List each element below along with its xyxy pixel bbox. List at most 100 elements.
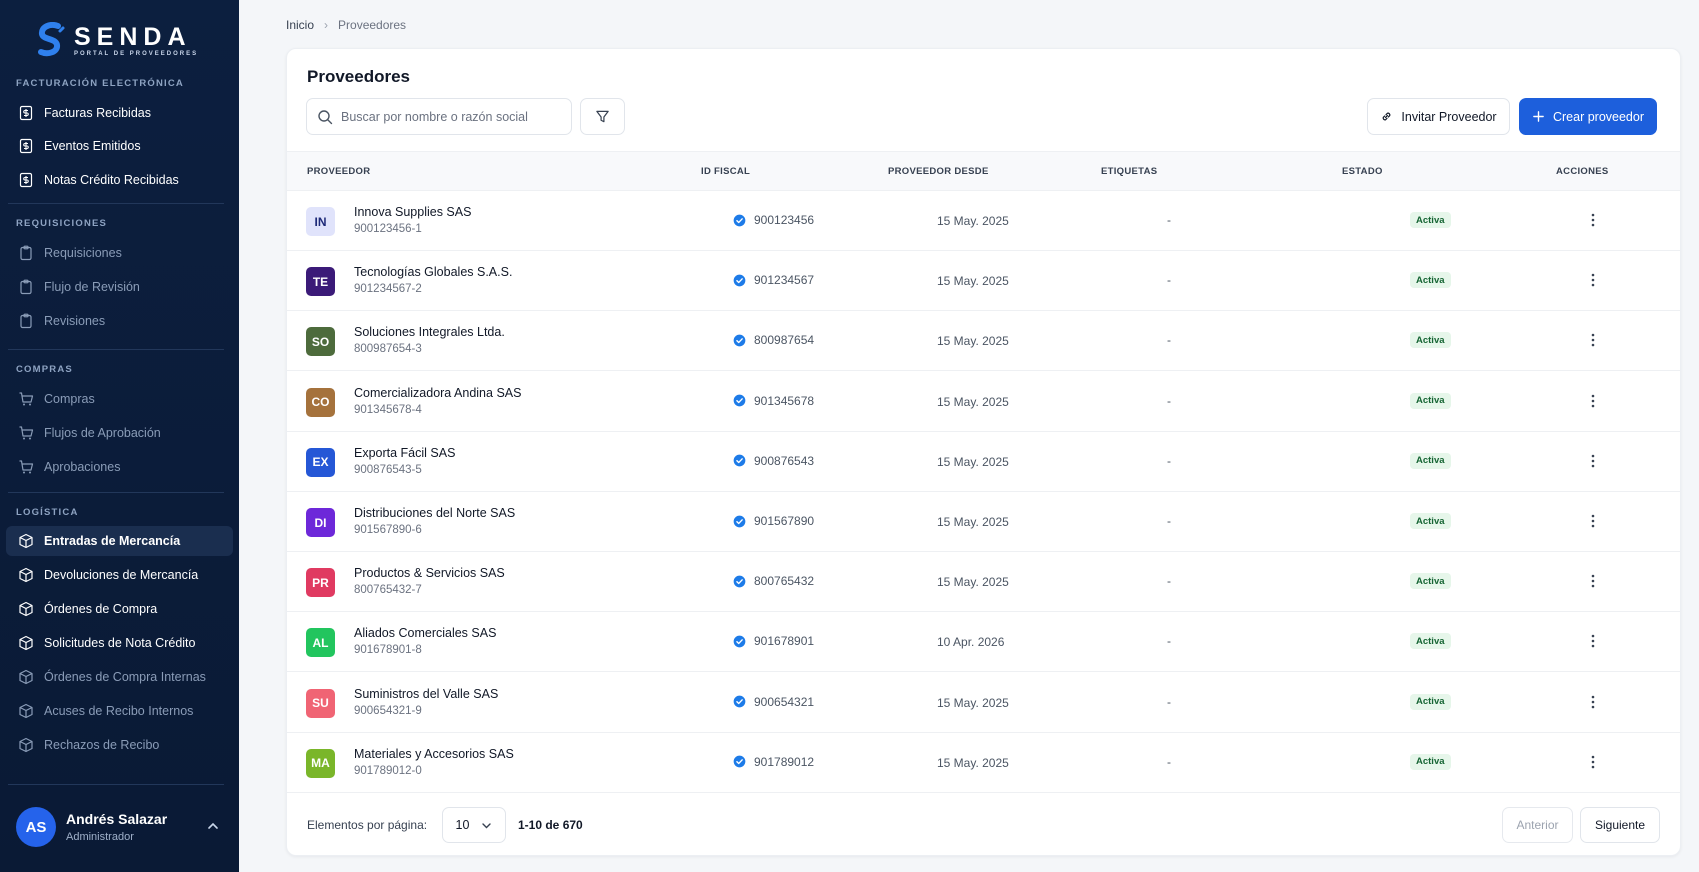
sidebar-item[interactable]: Flujo de Revisión — [6, 272, 233, 302]
previous-page-button[interactable]: Anterior — [1502, 807, 1573, 843]
more-actions-icon[interactable] — [1586, 630, 1600, 652]
provider-tags: - — [1167, 574, 1171, 589]
provider-since: 15 May. 2025 — [937, 515, 1009, 529]
more-actions-icon[interactable] — [1586, 209, 1600, 231]
provider-avatar: MA — [306, 748, 335, 778]
provider-avatar: DI — [306, 508, 335, 537]
provider-nit: 900654321-9 — [354, 704, 422, 717]
column-header-provider: PROVEEDOR — [307, 166, 371, 177]
breadcrumb-home[interactable]: Inicio — [286, 18, 314, 32]
status-badge: Activa — [1410, 452, 1451, 469]
sidebar-item[interactable]: Aprobaciones — [6, 452, 233, 482]
fiscal-id-value: 901789012 — [754, 754, 815, 769]
table-row[interactable]: SO Soluciones Integrales Ltda. 800987654… — [287, 311, 1680, 372]
status-badge: Activa — [1410, 272, 1451, 289]
sidebar-item[interactable]: Compras — [6, 384, 233, 414]
column-header-since: PROVEEDOR DESDE — [888, 166, 989, 177]
avatar: AS — [16, 807, 56, 847]
fiscal-id-cell: 800765432 — [733, 574, 814, 588]
sidebar-item[interactable]: Revisiones — [6, 306, 233, 336]
verified-check-icon — [733, 695, 746, 708]
status-badge: Activa — [1410, 693, 1451, 710]
provider-tags: - — [1167, 754, 1171, 769]
more-actions-icon[interactable] — [1586, 269, 1600, 291]
sidebar-item[interactable]: Rechazos de Recibo — [6, 730, 233, 760]
verified-check-icon — [733, 515, 746, 527]
table-row[interactable]: IN Innova Supplies SAS 900123456-1 90012… — [287, 191, 1680, 251]
provider-nit: 901678901-8 — [354, 644, 422, 657]
column-header-status: ESTADO — [1342, 166, 1383, 177]
table-row[interactable]: MA Materiales y Accesorios SAS 901789012… — [287, 733, 1680, 793]
box-icon — [18, 567, 34, 583]
sidebar-item-label: Aprobaciones — [44, 460, 121, 474]
fiscal-id-value: 900654321 — [754, 694, 815, 709]
sidebar-item[interactable]: Órdenes de Compra Internas — [6, 662, 233, 692]
status-badge: Activa — [1410, 633, 1451, 650]
invite-provider-button[interactable]: Invitar Proveedor — [1367, 98, 1510, 135]
box-icon — [18, 533, 34, 549]
provider-name: Distribuciones del Norte SAS — [354, 506, 516, 520]
user-menu[interactable]: AS Andrés Salazar Administrador — [16, 805, 226, 849]
table-row[interactable]: AL Aliados Comerciales SAS 901678901-8 9… — [287, 612, 1680, 673]
provider-since: 15 May. 2025 — [937, 695, 1009, 710]
more-actions-icon[interactable] — [1586, 450, 1600, 472]
filter-button[interactable] — [580, 98, 625, 135]
search-box[interactable] — [306, 98, 572, 135]
nav-section-title: COMPRAS — [16, 364, 73, 375]
pagination-range: 1-10 de 670 — [518, 818, 583, 832]
box-icon — [18, 703, 34, 719]
provider-tags: - — [1167, 453, 1171, 468]
more-actions-icon[interactable] — [1586, 390, 1600, 412]
table-row[interactable]: PR Productos & Servicios SAS 800765432-7… — [287, 552, 1680, 613]
table-row[interactable]: CO Comercializadora Andina SAS 901345678… — [287, 372, 1680, 432]
table-row[interactable]: DI Distribuciones del Norte SAS 90156789… — [287, 492, 1680, 552]
chevron-up-icon[interactable] — [206, 819, 220, 833]
plus-icon — [1533, 111, 1544, 122]
fiscal-id-value: 900876543 — [754, 453, 815, 468]
create-provider-button[interactable]: Crear proveedor — [1519, 98, 1657, 135]
more-actions-icon[interactable] — [1586, 751, 1600, 773]
provider-nit: 800765432-7 — [354, 584, 422, 597]
provider-since: 15 May. 2025 — [937, 575, 1009, 590]
fiscal-id-cell: 901234567 — [733, 273, 814, 287]
receipt-icon — [18, 138, 34, 154]
verified-check-icon — [733, 274, 746, 287]
provider-nit: 901789012-0 — [354, 764, 422, 777]
provider-nit: 901234567-2 — [354, 283, 422, 296]
fiscal-id-value: 901678901 — [754, 634, 815, 649]
search-input[interactable] — [341, 109, 561, 124]
sidebar-item[interactable]: Devoluciones de Mercancía — [6, 560, 233, 590]
fiscal-id-cell: 901567890 — [733, 514, 814, 528]
sidebar: SENDA PORTAL DE PROVEEDORES FACTURACIÓN … — [0, 0, 239, 872]
next-page-button[interactable]: Siguiente — [1580, 807, 1660, 843]
sidebar-item[interactable]: Acuses de Recibo Internos — [6, 696, 233, 726]
provider-name: Innova Supplies SAS — [354, 205, 472, 219]
sidebar-item[interactable]: Flujos de Aprobación — [6, 418, 233, 448]
status-badge: Activa — [1410, 332, 1451, 349]
provider-nit: 901345678-4 — [354, 403, 422, 416]
sidebar-item[interactable]: Órdenes de Compra — [6, 594, 233, 624]
provider-name: Materiales y Accesorios SAS — [354, 746, 514, 761]
sidebar-item[interactable]: Solicitudes de Nota Crédito — [6, 628, 233, 658]
more-actions-icon[interactable] — [1586, 329, 1600, 351]
breadcrumb: Inicio › Proveedores — [286, 18, 406, 32]
sidebar-item-label: Rechazos de Recibo — [44, 738, 160, 752]
sidebar-item[interactable]: Facturas Recibidas — [6, 98, 233, 128]
sidebar-item[interactable]: Eventos Emitidos — [6, 131, 233, 161]
per-page-value: 10 — [455, 818, 470, 832]
sidebar-item[interactable]: Entradas de Mercancía — [6, 526, 233, 556]
table-row[interactable]: EX Exporta Fácil SAS 900876543-5 9008765… — [287, 432, 1680, 492]
sidebar-item-label: Entradas de Mercancía — [44, 534, 181, 548]
fiscal-id-value: 900123456 — [754, 213, 815, 227]
more-actions-icon[interactable] — [1586, 570, 1600, 592]
more-actions-icon[interactable] — [1586, 510, 1600, 532]
sidebar-item[interactable]: Requisiciones — [6, 238, 233, 268]
filter-icon — [596, 110, 609, 123]
sidebar-item[interactable]: Notas Crédito Recibidas — [6, 165, 233, 195]
table-row[interactable]: TE Tecnologías Globales S.A.S. 901234567… — [287, 251, 1680, 312]
nav-section-title: FACTURACIÓN ELECTRÓNICA — [16, 78, 184, 89]
more-actions-icon[interactable] — [1586, 691, 1600, 713]
per-page-select[interactable]: 10 — [442, 807, 506, 843]
table-row[interactable]: SU Suministros del Valle SAS 900654321-9… — [287, 673, 1680, 733]
brand-logo[interactable]: SENDA PORTAL DE PROVEEDORES — [36, 20, 198, 60]
